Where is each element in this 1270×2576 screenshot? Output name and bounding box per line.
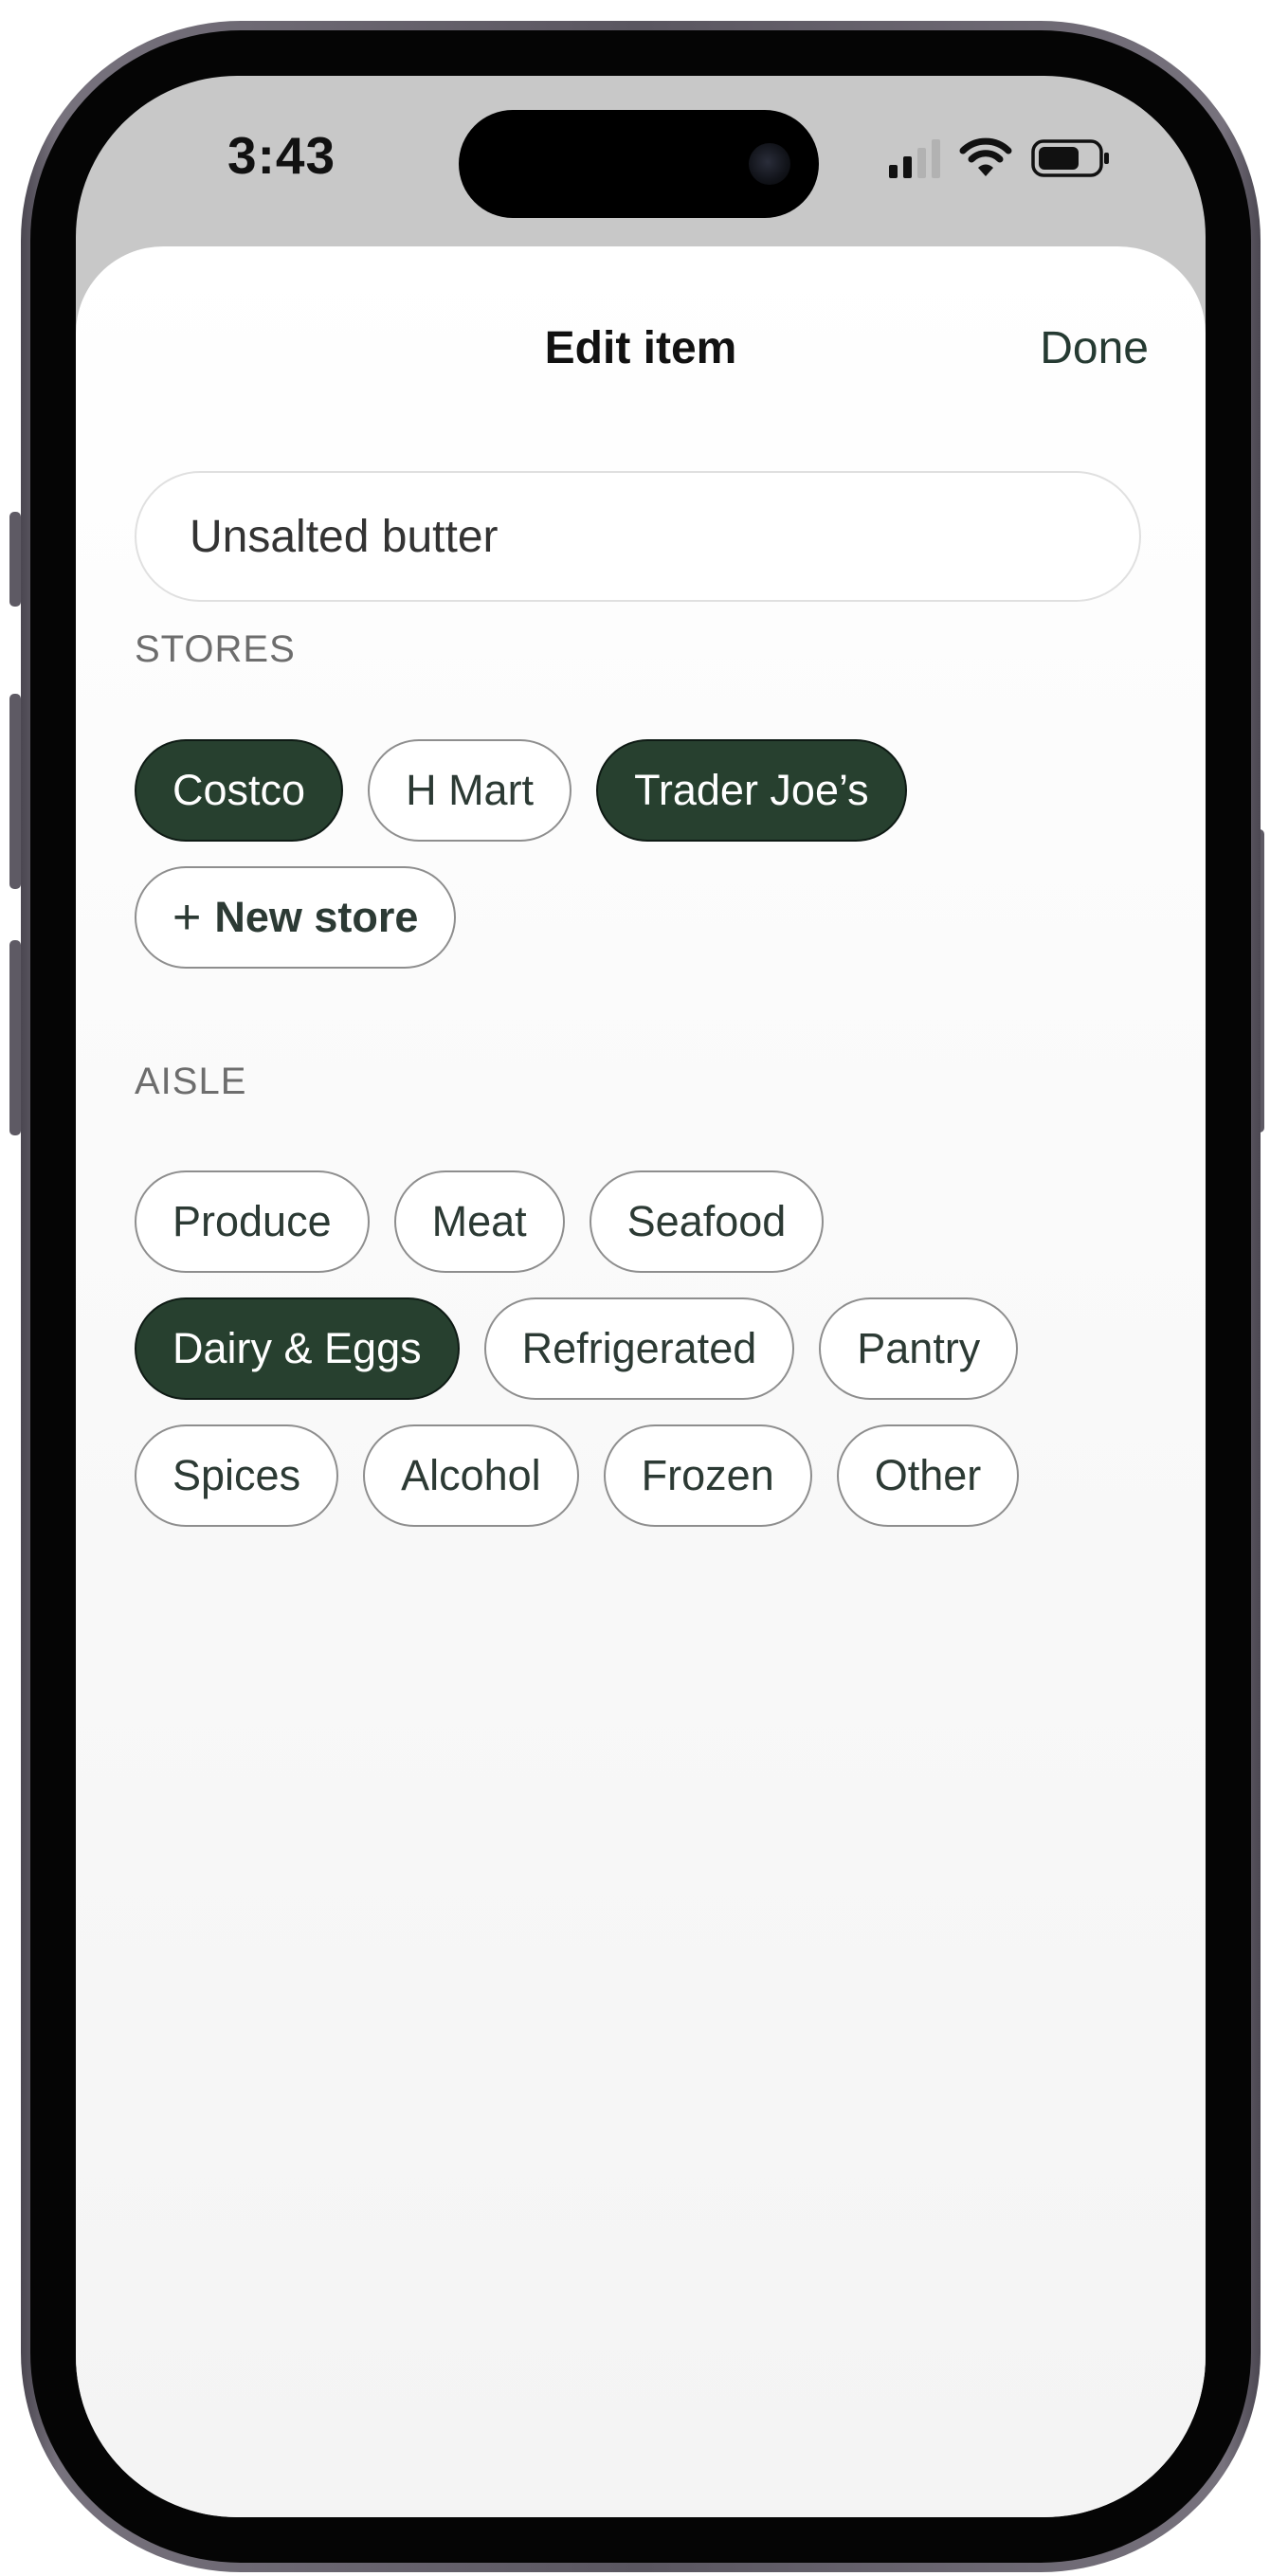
store-chip-costco[interactable]: Costco	[135, 739, 344, 842]
battery-icon	[1031, 139, 1109, 177]
aisle-chip-label: Frozen	[641, 1451, 774, 1499]
store-chip-h-mart[interactable]: H Mart	[368, 739, 572, 842]
cellular-signal-icon	[889, 136, 940, 178]
store-chip-label: Costco	[172, 766, 306, 814]
aisle-chip-refrigerated[interactable]: Refrigerated	[483, 1297, 795, 1400]
silent-switch	[9, 512, 21, 607]
status-icons	[889, 136, 1111, 178]
store-chip-trader-joes[interactable]: Trader Joe’s	[596, 739, 907, 842]
store-chip-label: Trader Joe’s	[634, 766, 869, 814]
aisle-chip-produce[interactable]: Produce	[135, 1170, 370, 1273]
aisle-chip-label: Pantry	[857, 1324, 981, 1372]
aisle-chip-label: Produce	[172, 1197, 332, 1245]
status-time: 3:43	[227, 126, 336, 185]
item-name-input[interactable]	[135, 471, 1141, 602]
stores-section-label: STORES	[135, 628, 296, 670]
aisle-chip-label: Refrigerated	[521, 1324, 757, 1372]
new-store-button[interactable]: + New store	[135, 866, 457, 969]
aisle-chip-label: Other	[874, 1451, 982, 1499]
aisle-chip-dairy-eggs[interactable]: Dairy & Eggs	[135, 1297, 460, 1400]
store-chip-label: H Mart	[406, 766, 535, 814]
phone-screen: 3:43 Edit item Done STORES Costco	[76, 76, 1206, 2517]
aisle-chip-label: Seafood	[626, 1197, 787, 1245]
done-button[interactable]: Done	[1040, 322, 1149, 374]
aisle-chip-label: Meat	[431, 1197, 527, 1245]
sheet-title: Edit item	[544, 323, 737, 373]
aisle-chip-label: Dairy & Eggs	[172, 1324, 422, 1372]
stores-chip-group: Costco H Mart Trader Joe’s + New store	[135, 739, 1158, 969]
aisle-chip-seafood[interactable]: Seafood	[589, 1170, 825, 1273]
plus-icon: +	[172, 890, 202, 945]
aisle-chip-label: Spices	[172, 1451, 301, 1499]
camera-lens-icon	[749, 143, 790, 185]
edit-item-sheet: Edit item Done STORES Costco H Mart Trad…	[76, 246, 1206, 2517]
new-store-label: New store	[214, 893, 419, 941]
aisle-section-label: AISLE	[135, 1061, 247, 1102]
wifi-icon	[959, 137, 1012, 176]
aisle-chip-meat[interactable]: Meat	[393, 1170, 565, 1273]
aisle-chip-alcohol[interactable]: Alcohol	[363, 1424, 579, 1527]
aisle-chip-pantry[interactable]: Pantry	[819, 1297, 1019, 1400]
aisle-chip-frozen[interactable]: Frozen	[603, 1424, 812, 1527]
volume-down-button	[9, 940, 21, 1135]
aisle-chip-spices[interactable]: Spices	[135, 1424, 339, 1527]
aisle-chip-other[interactable]: Other	[836, 1424, 1020, 1527]
volume-up-button	[9, 694, 21, 889]
aisle-chip-label: Alcohol	[401, 1451, 541, 1499]
dynamic-island	[459, 110, 819, 218]
aisle-chip-group: Produce Meat Seafood Dairy & Eggs Refrig…	[135, 1170, 1158, 1527]
